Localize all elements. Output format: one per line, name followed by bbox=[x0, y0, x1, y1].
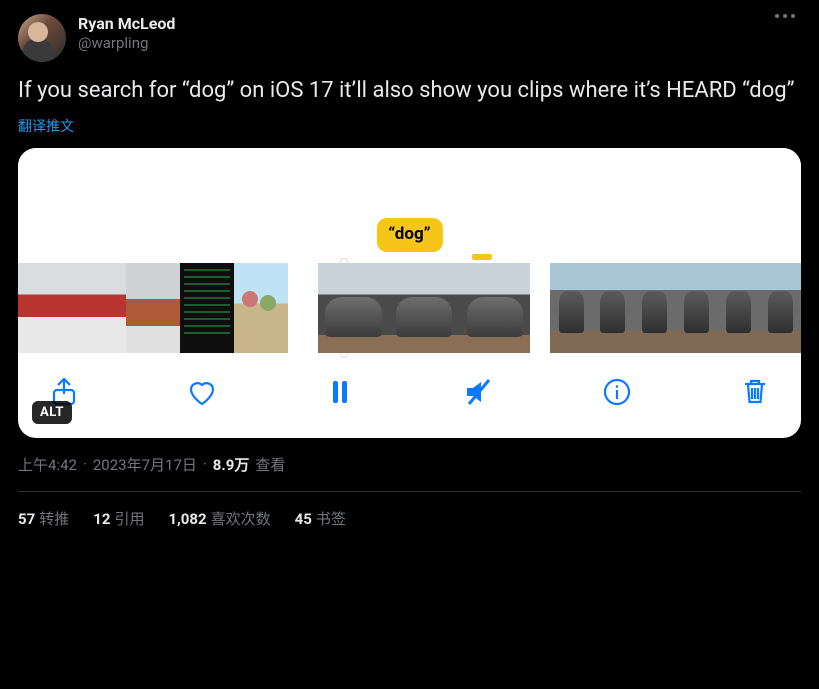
quotes-label: 引用 bbox=[114, 510, 144, 528]
tweet-meta: 上午4:42 · 2023年7月17日 · 8.9万 查看 bbox=[18, 454, 801, 475]
author-names: Ryan McLeod @warpling bbox=[78, 14, 175, 53]
clip-thumbnail[interactable] bbox=[180, 263, 234, 353]
clip-thumbnail[interactable] bbox=[550, 263, 592, 353]
clip-thumbnail[interactable] bbox=[592, 263, 634, 353]
clip-thumbnail[interactable] bbox=[634, 263, 676, 353]
likes-label: 喜欢次数 bbox=[211, 510, 271, 528]
bookmarks-count: 45 bbox=[295, 510, 312, 528]
more-button[interactable] bbox=[771, 14, 795, 19]
likes-stat[interactable]: 1,082 喜欢次数 bbox=[168, 508, 270, 529]
clip-cluster[interactable] bbox=[18, 263, 288, 353]
clip-cluster[interactable] bbox=[318, 263, 530, 353]
info-button[interactable] bbox=[599, 374, 635, 410]
clip-thumbnail[interactable] bbox=[234, 263, 288, 353]
views-label: 查看 bbox=[255, 454, 285, 475]
clip-thumbnail[interactable] bbox=[72, 263, 126, 353]
pause-button[interactable] bbox=[322, 374, 358, 410]
tweet-text: If you search for “dog” on iOS 17 it’ll … bbox=[18, 76, 801, 106]
info-icon bbox=[601, 376, 633, 408]
clip-thumbnail[interactable] bbox=[460, 263, 531, 353]
heart-icon bbox=[186, 376, 218, 408]
tweet-time[interactable]: 上午4:42 bbox=[18, 454, 77, 475]
bookmarks-stat[interactable]: 45书签 bbox=[295, 508, 346, 529]
tweet-date[interactable]: 2023年7月17日 bbox=[93, 454, 197, 475]
translate-link[interactable]: 翻译推文 bbox=[18, 116, 801, 136]
tooltip-marker bbox=[472, 254, 492, 260]
alt-badge[interactable]: ALT bbox=[32, 401, 72, 424]
clip-cluster[interactable] bbox=[550, 263, 801, 353]
tweet-header: Ryan McLeod @warpling bbox=[18, 14, 801, 62]
mute-button[interactable] bbox=[461, 374, 497, 410]
views-count[interactable]: 8.9万 bbox=[213, 454, 250, 475]
clip-thumbnail[interactable] bbox=[389, 263, 460, 353]
delete-button[interactable] bbox=[737, 374, 773, 410]
mute-icon bbox=[463, 376, 495, 408]
clip-thumbnail[interactable] bbox=[717, 263, 759, 353]
pause-icon bbox=[324, 376, 356, 408]
author-display-name[interactable]: Ryan McLeod bbox=[78, 14, 175, 34]
retweets-count: 57 bbox=[18, 510, 35, 528]
author-handle[interactable]: @warpling bbox=[78, 34, 175, 53]
tweet: Ryan McLeod @warpling If you search for … bbox=[0, 0, 819, 529]
meta-separator: · bbox=[83, 455, 87, 473]
retweets-stat[interactable]: 57转推 bbox=[18, 508, 69, 529]
clip-thumbnail[interactable] bbox=[676, 263, 718, 353]
retweets-label: 转推 bbox=[39, 510, 69, 528]
meta-separator: · bbox=[203, 455, 207, 473]
media-toolbar bbox=[18, 356, 801, 438]
bookmarks-label: 书签 bbox=[316, 510, 346, 528]
clip-thumbnail[interactable] bbox=[18, 263, 72, 353]
media-card[interactable]: “dog” bbox=[18, 148, 801, 438]
clip-thumbnail[interactable] bbox=[759, 263, 801, 353]
clip-thumbnail[interactable] bbox=[318, 263, 389, 353]
video-timeline[interactable] bbox=[18, 260, 801, 356]
trash-icon bbox=[739, 376, 771, 408]
search-term-tooltip: “dog” bbox=[376, 218, 442, 252]
likes-count: 1,082 bbox=[168, 510, 206, 528]
avatar[interactable] bbox=[18, 14, 66, 62]
tweet-stats: 57转推 12引用 1,082 喜欢次数 45书签 bbox=[18, 492, 801, 529]
quotes-count: 12 bbox=[93, 510, 110, 528]
quotes-stat[interactable]: 12引用 bbox=[93, 508, 144, 529]
media-preview-top: “dog” bbox=[18, 148, 801, 260]
like-button[interactable] bbox=[184, 374, 220, 410]
clip-thumbnail[interactable] bbox=[126, 263, 180, 353]
